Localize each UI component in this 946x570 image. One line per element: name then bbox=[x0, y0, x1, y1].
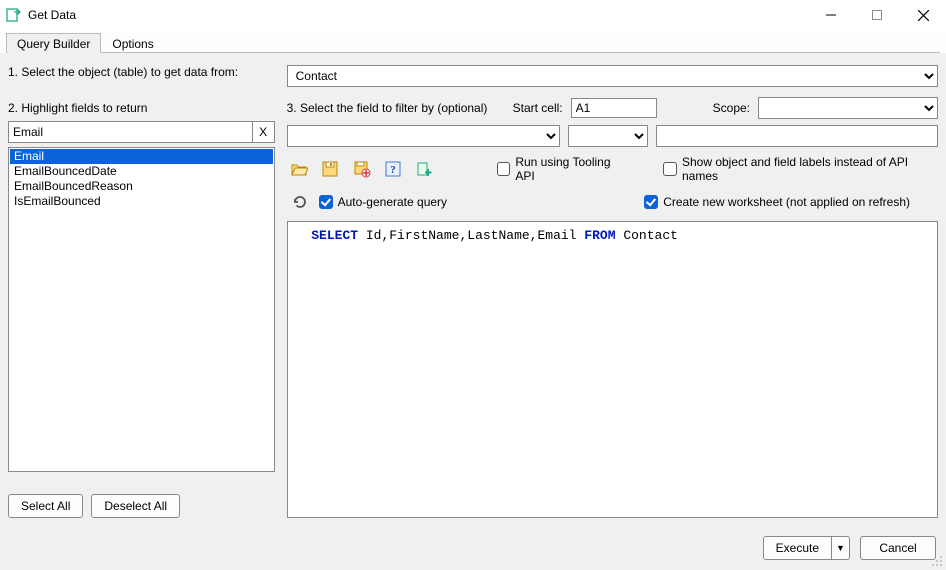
open-icon[interactable] bbox=[287, 156, 312, 182]
maximize-button[interactable] bbox=[854, 0, 900, 30]
filter-operator-select[interactable] bbox=[568, 125, 648, 147]
save-new-icon[interactable] bbox=[349, 156, 374, 182]
object-select[interactable]: Contact bbox=[287, 65, 938, 87]
field-item[interactable]: EmailBouncedReason bbox=[10, 179, 273, 194]
tab-options[interactable]: Options bbox=[101, 33, 164, 53]
field-item[interactable]: IsEmailBounced bbox=[10, 194, 273, 209]
svg-text:?: ? bbox=[390, 164, 396, 176]
help-icon[interactable]: ? bbox=[380, 156, 405, 182]
scope-select[interactable] bbox=[758, 97, 938, 119]
app-icon bbox=[6, 7, 22, 23]
cancel-button[interactable]: Cancel bbox=[860, 536, 936, 560]
minimize-button[interactable] bbox=[808, 0, 854, 30]
scope-label: Scope: bbox=[713, 101, 750, 115]
step1-label: 1. Select the object (table) to get data… bbox=[8, 65, 275, 79]
show-labels-checkbox[interactable]: Show object and field labels instead of … bbox=[663, 155, 938, 183]
execute-dropdown[interactable]: ▼ bbox=[831, 537, 849, 559]
field-item[interactable]: EmailBouncedDate bbox=[10, 164, 273, 179]
save-icon[interactable] bbox=[318, 156, 343, 182]
close-button[interactable] bbox=[900, 0, 946, 30]
autogen-checkbox[interactable]: Auto-generate query bbox=[319, 195, 447, 209]
fields-listbox[interactable]: EmailEmailBouncedDateEmailBouncedReasonI… bbox=[8, 147, 275, 472]
new-worksheet-checkbox[interactable]: Create new worksheet (not applied on ref… bbox=[644, 195, 910, 209]
filter-value-input[interactable] bbox=[656, 125, 938, 147]
query-textarea[interactable]: SELECT Id,FirstName,LastName,Email FROM … bbox=[287, 221, 938, 518]
field-filter-input[interactable] bbox=[8, 121, 253, 143]
field-item[interactable]: Email bbox=[10, 149, 273, 164]
tab-query-builder[interactable]: Query Builder bbox=[6, 33, 101, 53]
resize-grip[interactable] bbox=[929, 553, 943, 567]
tooling-api-checkbox[interactable]: Run using Tooling API bbox=[497, 155, 628, 183]
deselect-all-button[interactable]: Deselect All bbox=[91, 494, 180, 518]
refresh-icon[interactable] bbox=[287, 189, 313, 215]
filter-field-select[interactable] bbox=[287, 125, 561, 147]
step2-label: 2. Highlight fields to return bbox=[8, 101, 275, 115]
step3-label: 3. Select the field to filter by (option… bbox=[287, 101, 497, 115]
add-icon[interactable] bbox=[411, 156, 436, 182]
window-title: Get Data bbox=[28, 8, 76, 22]
start-cell-label: Start cell: bbox=[513, 101, 563, 115]
start-cell-input[interactable] bbox=[571, 98, 657, 118]
clear-filter-button[interactable]: X bbox=[253, 121, 275, 143]
execute-button[interactable]: Execute ▼ bbox=[763, 536, 850, 560]
select-all-button[interactable]: Select All bbox=[8, 494, 83, 518]
